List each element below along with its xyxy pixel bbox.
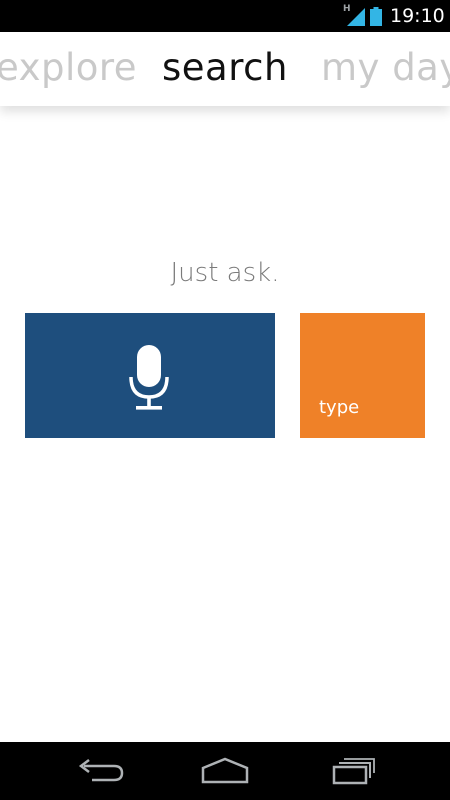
status-clock: 19:10 xyxy=(390,5,445,27)
prompt-text: Just ask. xyxy=(170,258,280,288)
recent-apps-icon xyxy=(332,758,375,785)
home-icon xyxy=(201,757,249,784)
tab-search[interactable]: search xyxy=(162,44,288,92)
navigation-bar xyxy=(0,742,450,800)
microphone-icon xyxy=(129,345,169,410)
type-button-label: type xyxy=(319,397,360,418)
back-button[interactable] xyxy=(70,754,130,788)
tab-strip: explore search my day xyxy=(0,32,450,106)
screen: H 19:10 explore search my day Just ask. … xyxy=(0,0,450,800)
battery-icon xyxy=(370,7,382,26)
recent-apps-button[interactable] xyxy=(322,754,382,788)
voice-search-button[interactable] xyxy=(25,313,275,438)
signal-icon xyxy=(347,8,365,26)
tab-explore[interactable]: explore xyxy=(0,44,137,92)
status-bar: H 19:10 xyxy=(0,0,450,32)
back-icon xyxy=(78,759,124,782)
tab-my-day[interactable]: my day xyxy=(321,44,450,92)
type-search-button[interactable]: type xyxy=(300,313,425,438)
home-button[interactable] xyxy=(195,754,255,788)
